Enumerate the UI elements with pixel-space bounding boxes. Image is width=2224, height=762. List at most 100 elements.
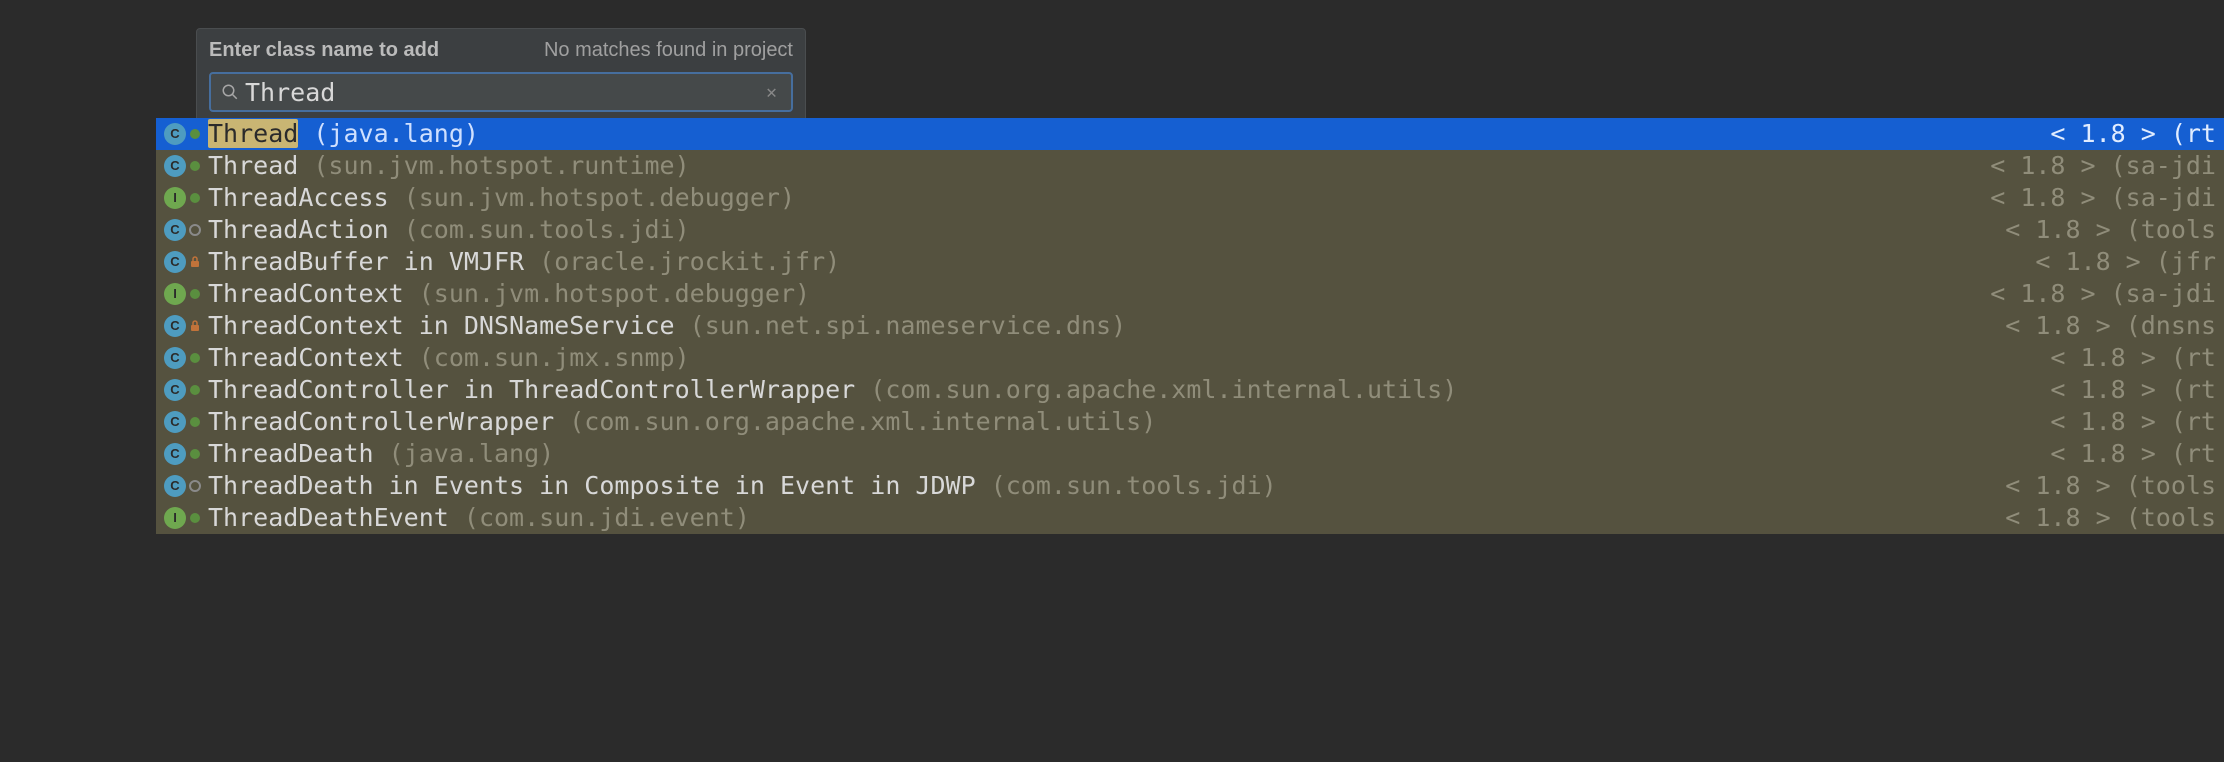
row-icons <box>164 475 208 497</box>
clear-icon[interactable]: ✕ <box>762 82 781 103</box>
class-name-rest: Death <box>298 471 373 500</box>
row-icons <box>164 347 208 369</box>
row-meta: < 1.8 > (tools <box>1985 502 2216 534</box>
package-name: (com.sun.tools.jdi) <box>404 215 690 244</box>
row-icons <box>164 251 208 273</box>
result-row[interactable]: ThreadBuffer in VMJFR (oracle.jrockit.jf… <box>156 246 2224 278</box>
row-text: ThreadAction (com.sun.tools.jdi) <box>208 214 1985 246</box>
row-icons <box>164 507 208 529</box>
lock-icon <box>188 319 202 333</box>
match-highlight: Thread <box>208 119 298 148</box>
class-name-rest: Death <box>298 439 373 468</box>
search-input[interactable] <box>245 78 762 107</box>
public-icon <box>188 191 202 205</box>
result-row[interactable]: ThreadContext (sun.jvm.hotspot.debugger)… <box>156 278 2224 310</box>
class-name-match: Thread <box>208 343 298 372</box>
class-icon <box>164 315 186 337</box>
class-icon <box>164 251 186 273</box>
package-name: (com.sun.org.apache.xml.internal.utils) <box>569 407 1156 436</box>
row-icons <box>164 187 208 209</box>
containing-class: in Events in Composite in Event in JDWP <box>374 471 976 500</box>
class-name-match: Thread <box>208 471 298 500</box>
result-row[interactable]: Thread (java.lang)< 1.8 > (rt <box>156 118 2224 150</box>
result-row[interactable]: ThreadContext (com.sun.jmx.snmp)< 1.8 > … <box>156 342 2224 374</box>
row-meta: < 1.8 > (tools <box>1985 470 2216 502</box>
class-name-match: Thread <box>208 151 298 180</box>
row-icons <box>164 123 208 145</box>
class-name-match: Thread <box>208 503 298 532</box>
class-name-match: Thread <box>208 311 298 340</box>
package-name: (sun.net.spi.nameservice.dns) <box>690 311 1127 340</box>
containing-class: in ThreadControllerWrapper <box>449 375 855 404</box>
result-row[interactable]: ThreadController in ThreadControllerWrap… <box>156 374 2224 406</box>
class-name-match: Thread <box>208 215 298 244</box>
row-text: Thread (sun.jvm.hotspot.runtime) <box>208 150 1970 182</box>
class-icon <box>164 219 186 241</box>
row-text: ThreadDeath in Events in Composite in Ev… <box>208 470 1985 502</box>
public-icon <box>188 447 202 461</box>
public-icon <box>188 127 202 141</box>
class-name-rest: DeathEvent <box>298 503 449 532</box>
class-name-rest: ControllerWrapper <box>298 407 554 436</box>
package-name: (oracle.jrockit.jfr) <box>539 247 840 276</box>
row-text: ThreadContext in DNSNameService (sun.net… <box>208 310 1985 342</box>
package-icon <box>188 223 202 237</box>
class-icon <box>164 411 186 433</box>
package-name: (java.lang) <box>389 439 555 468</box>
row-meta: < 1.8 > (rt <box>2030 406 2216 438</box>
interface-icon <box>164 187 186 209</box>
public-icon <box>188 415 202 429</box>
row-meta: < 1.8 > (jfr <box>2015 246 2216 278</box>
class-name-match: Thread <box>208 375 298 404</box>
row-icons <box>164 219 208 241</box>
public-icon <box>188 351 202 365</box>
search-input-wrap[interactable]: ✕ <box>209 72 793 112</box>
row-text: ThreadAccess (sun.jvm.hotspot.debugger) <box>208 182 1970 214</box>
row-text: Thread (java.lang) <box>208 118 2030 150</box>
class-name-rest: Access <box>298 183 388 212</box>
result-row[interactable]: ThreadContext in DNSNameService (sun.net… <box>156 310 2224 342</box>
row-text: ThreadContext (sun.jvm.hotspot.debugger) <box>208 278 1970 310</box>
row-text: ThreadBuffer in VMJFR (oracle.jrockit.jf… <box>208 246 2015 278</box>
result-row[interactable]: ThreadDeath (java.lang)< 1.8 > (rt <box>156 438 2224 470</box>
class-name-match: Thread <box>208 183 298 212</box>
package-name: (java.lang) <box>313 119 479 148</box>
result-row[interactable]: ThreadAccess (sun.jvm.hotspot.debugger)<… <box>156 182 2224 214</box>
class-icon <box>164 155 186 177</box>
public-icon <box>188 159 202 173</box>
package-name: (sun.jvm.hotspot.runtime) <box>313 151 689 180</box>
class-name-rest: Context <box>298 279 403 308</box>
row-meta: < 1.8 > (sa-jdi <box>1970 182 2216 214</box>
result-row[interactable]: ThreadAction (com.sun.tools.jdi)< 1.8 > … <box>156 214 2224 246</box>
package-name: (com.sun.tools.jdi) <box>991 471 1277 500</box>
class-name-match: Thread <box>208 407 298 436</box>
class-name-match: Thread <box>208 279 298 308</box>
containing-class: in VMJFR <box>389 247 524 276</box>
row-meta: < 1.8 > (sa-jdi <box>1970 278 2216 310</box>
class-icon <box>164 443 186 465</box>
result-row[interactable]: ThreadDeath in Events in Composite in Ev… <box>156 470 2224 502</box>
search-header: Enter class name to add No matches found… <box>209 39 793 62</box>
search-label: Enter class name to add <box>209 39 439 62</box>
row-meta: < 1.8 > (dnsns <box>1985 310 2216 342</box>
result-row[interactable]: ThreadControllerWrapper (com.sun.org.apa… <box>156 406 2224 438</box>
row-meta: < 1.8 > (rt <box>2030 374 2216 406</box>
package-name: (com.sun.jdi.event) <box>464 503 750 532</box>
search-status: No matches found in project <box>544 39 793 62</box>
public-icon <box>188 511 202 525</box>
search-panel: Enter class name to add No matches found… <box>196 28 806 125</box>
row-icons <box>164 411 208 433</box>
containing-class: in DNSNameService <box>404 311 675 340</box>
row-text: ThreadContext (com.sun.jmx.snmp) <box>208 342 2030 374</box>
row-meta: < 1.8 > (tools <box>1985 214 2216 246</box>
package-icon <box>188 479 202 493</box>
class-icon <box>164 123 186 145</box>
result-row[interactable]: Thread (sun.jvm.hotspot.runtime)< 1.8 > … <box>156 150 2224 182</box>
package-name: (sun.jvm.hotspot.debugger) <box>419 279 810 308</box>
row-meta: < 1.8 > (rt <box>2030 438 2216 470</box>
interface-icon <box>164 283 186 305</box>
class-name-rest: Context <box>298 343 403 372</box>
result-row[interactable]: ThreadDeathEvent (com.sun.jdi.event)< 1.… <box>156 502 2224 534</box>
row-text: ThreadDeathEvent (com.sun.jdi.event) <box>208 502 1985 534</box>
package-name: (com.sun.org.apache.xml.internal.utils) <box>870 375 1457 404</box>
